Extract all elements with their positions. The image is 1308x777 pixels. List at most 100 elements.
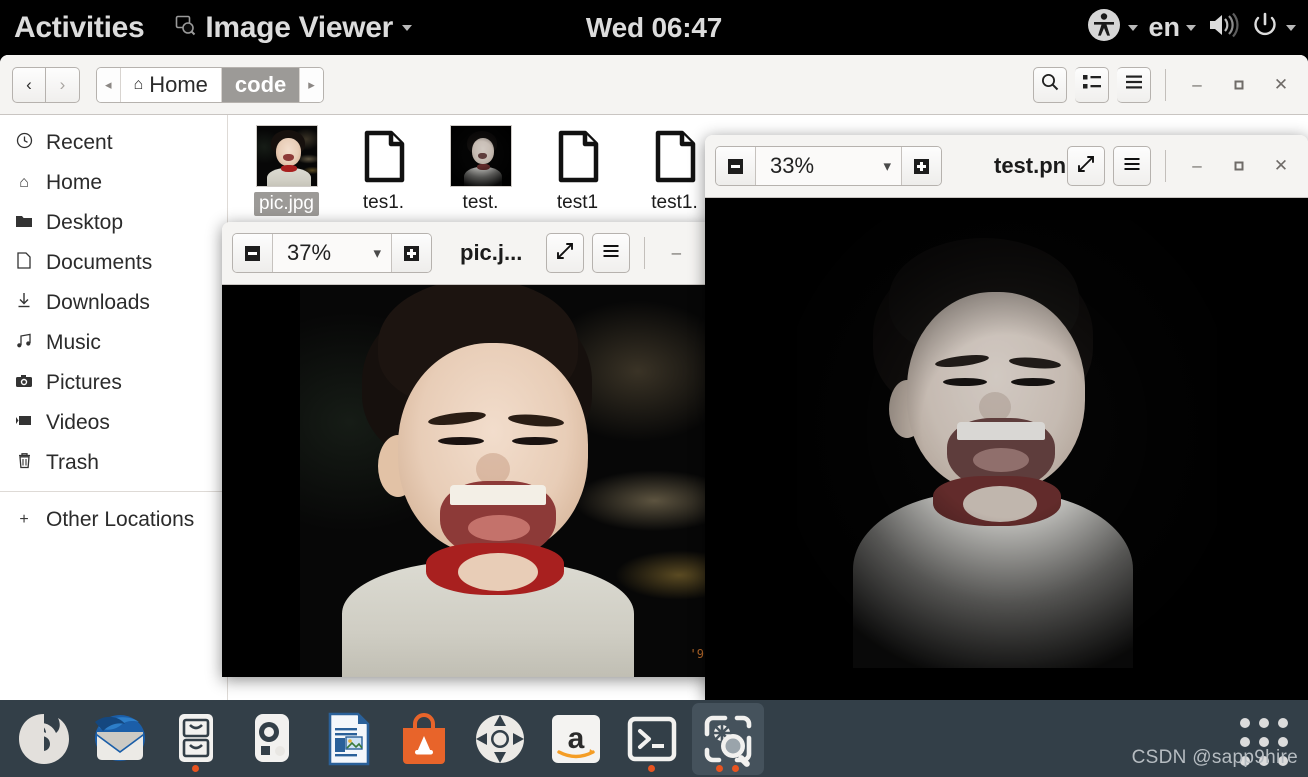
dock-item-files[interactable] [160,703,232,775]
viewer-test-maximize-button[interactable] [1222,149,1256,183]
home-icon: ⌂ [133,75,144,93]
accessibility-icon [1086,7,1122,48]
volume-icon [1206,10,1240,45]
files-close-button[interactable]: ✕ [1264,68,1298,102]
zoom-level-value: 37% [287,240,332,265]
sidebar-item-label: Music [46,331,101,354]
search-icon [1040,72,1060,97]
chevron-down-icon [1128,24,1139,31]
app-menu-button[interactable]: Image Viewer [174,11,413,45]
sidebar-item-music[interactable]: Music [0,323,227,363]
list-item[interactable]: test. [434,125,527,214]
hamburger-menu-icon [602,243,620,263]
clock-button[interactable]: Wed 06:47 [586,12,722,44]
dock-item-help[interactable] [464,703,536,775]
viewer-pic-canvas[interactable]: '9 [222,285,712,677]
back-button[interactable]: ‹ [12,66,46,103]
sidebar-item-recent[interactable]: Recent [0,123,227,163]
dock-item-rhythmbox[interactable] [236,703,308,775]
chevron-down-icon [402,24,413,31]
view-options-button[interactable] [1075,66,1109,103]
forward-button[interactable]: › [46,66,80,103]
viewer-pic-zoom-select[interactable]: 37% ▾ [273,234,391,272]
list-item[interactable]: test1 [531,125,624,214]
system-status-area: en [1086,7,1296,48]
image-viewer-window-pic: 37% ▾ pic.j... – '9 [222,222,712,677]
sidebar-item-pictures[interactable]: Pictures [0,363,227,403]
search-button[interactable] [1033,66,1067,103]
viewer-test-minimize-button[interactable]: – [1180,149,1214,183]
dock-item-terminal[interactable] [616,703,688,775]
sidebar-item-other-locations[interactable]: + Other Locations [0,500,227,540]
dock-item-libreoffice-writer[interactable] [312,703,384,775]
viewer-test-close-button[interactable]: ✕ [1264,149,1298,183]
sidebar-item-label: Desktop [46,211,124,234]
viewer-pic-divider [644,237,646,269]
zoom-in-icon[interactable] [901,147,941,185]
files-minimize-button[interactable]: – [1180,68,1214,102]
zoom-in-icon[interactable] [391,234,431,272]
zoom-out-icon[interactable] [233,234,273,272]
photo-pic-jpg: '9 [300,285,712,677]
running-indicator [648,764,655,772]
clock-icon [14,132,34,154]
list-item[interactable]: tes1. [337,125,430,214]
dock-item-image-viewer[interactable] [692,702,764,775]
breadcrumb-scroll-right[interactable]: ▸ [300,67,323,102]
dock-item-ubuntu-software[interactable] [388,703,460,775]
activities-button[interactable]: Activities [14,11,145,45]
sidebar-item-home[interactable]: ⌂ Home [0,163,227,203]
zoom-out-icon[interactable] [716,147,756,185]
dock-item-thunderbird[interactable] [84,703,156,775]
apps-grid-icon [1259,718,1269,728]
files-maximize-button[interactable] [1222,68,1256,102]
accessibility-menu[interactable] [1086,7,1139,48]
power-menu[interactable] [1250,10,1296,45]
navigation-buttons: ‹ › [12,66,80,103]
chevron-down-icon: ▾ [373,245,381,262]
dock-item-firefox[interactable] [8,703,80,775]
viewer-pic-zoom-control: 37% ▾ [232,233,432,273]
list-item[interactable]: pic.jpg [240,125,333,216]
viewer-test-tools: – ✕ [1067,146,1298,186]
svg-text:a: a [568,722,585,755]
viewer-test-header-bar: 33% ▾ test.png – ✕ [705,135,1308,198]
files-sidebar: Recent ⌂ Home Desktop Documents Download… [0,115,228,700]
sidebar-item-downloads[interactable]: Downloads [0,283,227,323]
video-icon [14,414,34,432]
home-icon: ⌂ [19,174,29,191]
running-indicator [716,764,723,772]
viewer-test-canvas[interactable] [705,198,1308,700]
viewer-pic-fullscreen-button[interactable] [546,233,585,273]
sidebar-item-label: Recent [46,131,113,154]
files-header-bar: ‹ › ◂ ⌂ Home code ▸ – ✕ [0,55,1308,115]
viewer-test-menu-button[interactable] [1113,146,1151,186]
main-menu-button[interactable] [1117,66,1151,103]
sidebar-item-documents[interactable]: Documents [0,243,227,283]
viewer-pic-header-bar: 37% ▾ pic.j... – [222,222,712,285]
desktop-screen: Activities Image Viewer Wed 06:47 en ‹ ›… [0,0,1308,777]
file-name: test1 [556,192,599,213]
breadcrumb-segment-home[interactable]: ⌂ Home [120,67,222,102]
sidebar-item-trash[interactable]: Trash [0,443,227,483]
plus-icon: + [19,511,29,528]
files-header-tools: – ✕ [1033,66,1298,103]
fullscreen-icon [556,242,574,265]
dock-item-amazon[interactable]: a [540,703,612,775]
language-menu[interactable]: en [1148,12,1196,43]
document-file-icon [547,125,609,187]
watermark: CSDN @sapp9hire [1131,747,1298,768]
viewer-pic-minimize-button[interactable]: – [659,236,693,270]
sidebar-item-videos[interactable]: Videos [0,403,227,443]
breadcrumb-label: Home [149,71,208,97]
sidebar-item-desktop[interactable]: Desktop [0,203,227,243]
viewer-test-fullscreen-button[interactable] [1067,146,1105,186]
apps-grid-icon [1278,718,1288,728]
photo-test-png [797,220,1217,668]
volume-menu[interactable] [1206,10,1240,45]
breadcrumb-scroll-left[interactable]: ◂ [97,67,121,102]
download-icon [14,292,34,314]
viewer-pic-menu-button[interactable] [592,233,631,273]
breadcrumb-segment-code[interactable]: code [221,67,301,102]
viewer-test-zoom-select[interactable]: 33% ▾ [756,147,901,185]
